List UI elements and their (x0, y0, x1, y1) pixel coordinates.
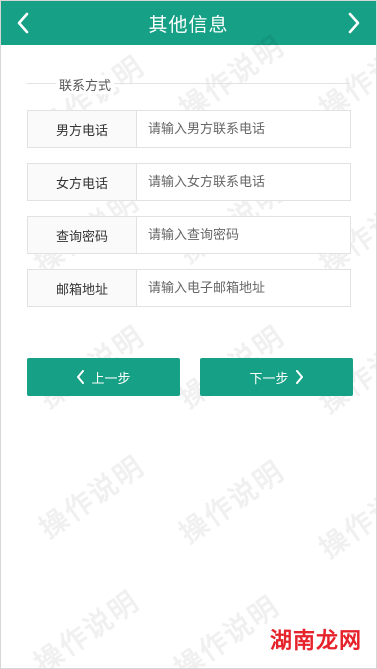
site-logo: 湖南龙网 (270, 623, 362, 655)
husband-phone-row: 男方电话 (27, 110, 351, 148)
wife-phone-input[interactable] (137, 164, 350, 200)
wife-phone-label: 女方电话 (28, 164, 137, 200)
email-label: 邮箱地址 (28, 270, 137, 306)
query-password-label: 查询密码 (28, 217, 137, 253)
page-title: 其他信息 (148, 13, 229, 36)
email-input[interactable] (137, 270, 350, 306)
query-password-row: 查询密码 (27, 216, 351, 254)
app-frame: 其他信息 操作说明 操作说明 操作说明 操作说明 操作说明 操作说明 操作说明 … (0, 0, 377, 669)
prev-step-button[interactable]: 上一步 (27, 358, 180, 396)
chevron-right-icon (348, 12, 360, 34)
watermark: 操作说明 (173, 454, 291, 551)
wife-phone-row: 女方电话 (27, 163, 351, 201)
watermark: 操作说明 (33, 449, 151, 546)
husband-phone-label: 男方电话 (28, 111, 137, 147)
top-bar: 其他信息 (1, 1, 376, 45)
chevron-right-icon (295, 370, 303, 384)
email-row: 邮箱地址 (27, 269, 351, 307)
husband-phone-input[interactable] (137, 111, 350, 147)
chevron-left-icon (17, 12, 29, 34)
logo-text-2: 龙网 (315, 629, 362, 654)
watermark: 操作说明 (168, 589, 286, 669)
section-legend: 联系方式 (56, 75, 115, 94)
prev-step-label: 上一步 (91, 371, 131, 387)
chevron-left-icon (77, 370, 85, 384)
logo-text-1: 湖南 (269, 629, 316, 654)
query-password-input[interactable] (137, 217, 350, 253)
watermark: 操作说明 (28, 584, 146, 669)
forward-button[interactable] (332, 1, 376, 45)
next-step-label: 下一步 (249, 371, 289, 387)
watermark: 操作说明 (313, 469, 377, 566)
back-button[interactable] (1, 1, 45, 45)
next-step-button[interactable]: 下一步 (200, 358, 353, 396)
